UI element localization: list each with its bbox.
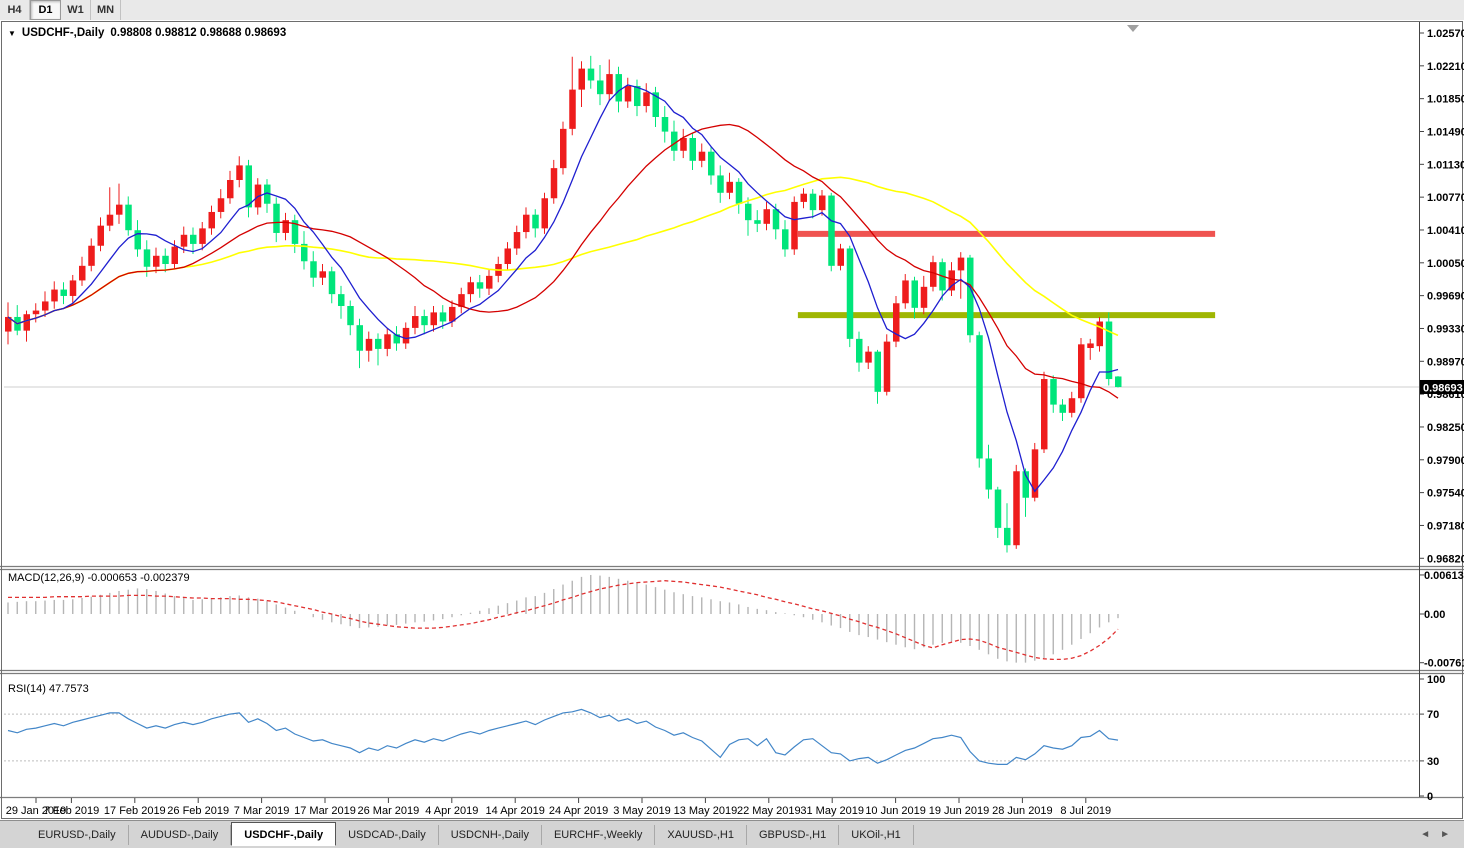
svg-text:70: 70 xyxy=(1427,709,1439,721)
symbol-tab-audusddaily[interactable]: AUDUSD-,Daily xyxy=(129,825,232,845)
tabbar-scroll-right-icon[interactable]: ► xyxy=(1440,829,1450,840)
symbol-tab-ukoilh1[interactable]: UKOil-,H1 xyxy=(839,825,914,845)
svg-text:100: 100 xyxy=(1427,674,1445,686)
svg-text:0.99330: 0.99330 xyxy=(1427,323,1464,335)
timeframe-button-h4[interactable]: H4 xyxy=(0,0,30,20)
symbol-tab-usdcaddaily[interactable]: USDCAD-,Daily xyxy=(336,825,439,845)
chart-canvas: 1.02570 1.02210 1.01850 1.01490 1.01130 1.007… xyxy=(0,20,1464,820)
svg-text:0: 0 xyxy=(1427,791,1433,803)
tabbar-scroll-arrows: ◄► xyxy=(1420,829,1450,840)
svg-text:1.01850: 1.01850 xyxy=(1427,94,1464,106)
svg-text:28 Jun 2019: 28 Jun 2019 xyxy=(992,805,1053,817)
svg-text:0.98970: 0.98970 xyxy=(1427,356,1464,368)
svg-text:1.02210: 1.02210 xyxy=(1427,61,1464,73)
timeframe-toolbar: H4D1W1MN xyxy=(0,0,1464,21)
svg-text:0.97900: 0.97900 xyxy=(1427,455,1464,467)
svg-text:24 Apr 2019: 24 Apr 2019 xyxy=(549,805,608,817)
resistance-level-line[interactable] xyxy=(798,231,1215,237)
svg-text:3 May 2019: 3 May 2019 xyxy=(613,805,670,817)
symbol-tab-xauusdh1[interactable]: XAUUSD-,H1 xyxy=(655,825,747,845)
svg-text:10 Jun 2019: 10 Jun 2019 xyxy=(865,805,926,817)
svg-text:1.02570: 1.02570 xyxy=(1427,28,1464,40)
svg-text:1.00410: 1.00410 xyxy=(1427,225,1464,237)
timeframe-button-d1[interactable]: D1 xyxy=(30,0,61,20)
svg-text:0.96820: 0.96820 xyxy=(1427,553,1464,565)
svg-text:30: 30 xyxy=(1427,756,1439,768)
svg-text:1.01130: 1.01130 xyxy=(1427,159,1464,171)
symbol-tabbar: EURUSD-,DailyAUDUSD-,DailyUSDCHF-,DailyU… xyxy=(0,820,1464,848)
svg-text:0.97540: 0.97540 xyxy=(1427,488,1464,500)
svg-text:0.98693: 0.98693 xyxy=(1423,382,1463,394)
symbol-tab-eurusddaily[interactable]: EURUSD-,Daily xyxy=(26,825,129,845)
svg-text:8 Jul 2019: 8 Jul 2019 xyxy=(1060,805,1111,817)
svg-text:1.01490: 1.01490 xyxy=(1427,126,1464,138)
symbol-tab-usdcnhdaily[interactable]: USDCNH-,Daily xyxy=(439,825,542,845)
svg-text:0.97180: 0.97180 xyxy=(1427,520,1464,532)
timeframe-button-mn[interactable]: MN xyxy=(91,0,121,20)
svg-text:17 Feb 2019: 17 Feb 2019 xyxy=(104,805,166,817)
svg-text:22 May 2019: 22 May 2019 xyxy=(737,805,801,817)
svg-text:26 Feb 2019: 26 Feb 2019 xyxy=(167,805,229,817)
svg-text:13 May 2019: 13 May 2019 xyxy=(674,805,738,817)
svg-text:0.98250: 0.98250 xyxy=(1427,422,1464,434)
svg-text:7 Feb 2019: 7 Feb 2019 xyxy=(44,805,100,817)
svg-text:31 May 2019: 31 May 2019 xyxy=(800,805,864,817)
symbol-tab-gbpusdh1[interactable]: GBPUSD-,H1 xyxy=(747,825,839,845)
svg-text:1.00770: 1.00770 xyxy=(1427,192,1464,204)
svg-text:14 Apr 2019: 14 Apr 2019 xyxy=(486,805,545,817)
svg-text:-0.007612: -0.007612 xyxy=(1424,658,1464,670)
svg-text:4 Apr 2019: 4 Apr 2019 xyxy=(425,805,478,817)
chart-window: 1.02570 1.02210 1.01850 1.01490 1.01130 1.007… xyxy=(0,20,1464,820)
svg-text:0.00: 0.00 xyxy=(1424,609,1445,621)
svg-text:7 Mar 2019: 7 Mar 2019 xyxy=(234,805,290,817)
support-level-line[interactable] xyxy=(798,312,1215,318)
svg-text:0.00613: 0.00613 xyxy=(1424,570,1464,582)
symbol-tab-eurchfweekly[interactable]: EURCHF-,Weekly xyxy=(542,825,655,845)
svg-text:17 Mar 2019: 17 Mar 2019 xyxy=(294,805,356,817)
tabbar-scroll-left-icon[interactable]: ◄ xyxy=(1420,829,1430,840)
svg-text:26 Mar 2019: 26 Mar 2019 xyxy=(358,805,420,817)
svg-text:0.99690: 0.99690 xyxy=(1427,291,1464,303)
svg-text:1.00050: 1.00050 xyxy=(1427,258,1464,270)
svg-text:19 Jun 2019: 19 Jun 2019 xyxy=(929,805,990,817)
timeframe-button-w1[interactable]: W1 xyxy=(61,0,91,20)
symbol-tab-usdchfdaily[interactable]: USDCHF-,Daily xyxy=(231,822,336,846)
